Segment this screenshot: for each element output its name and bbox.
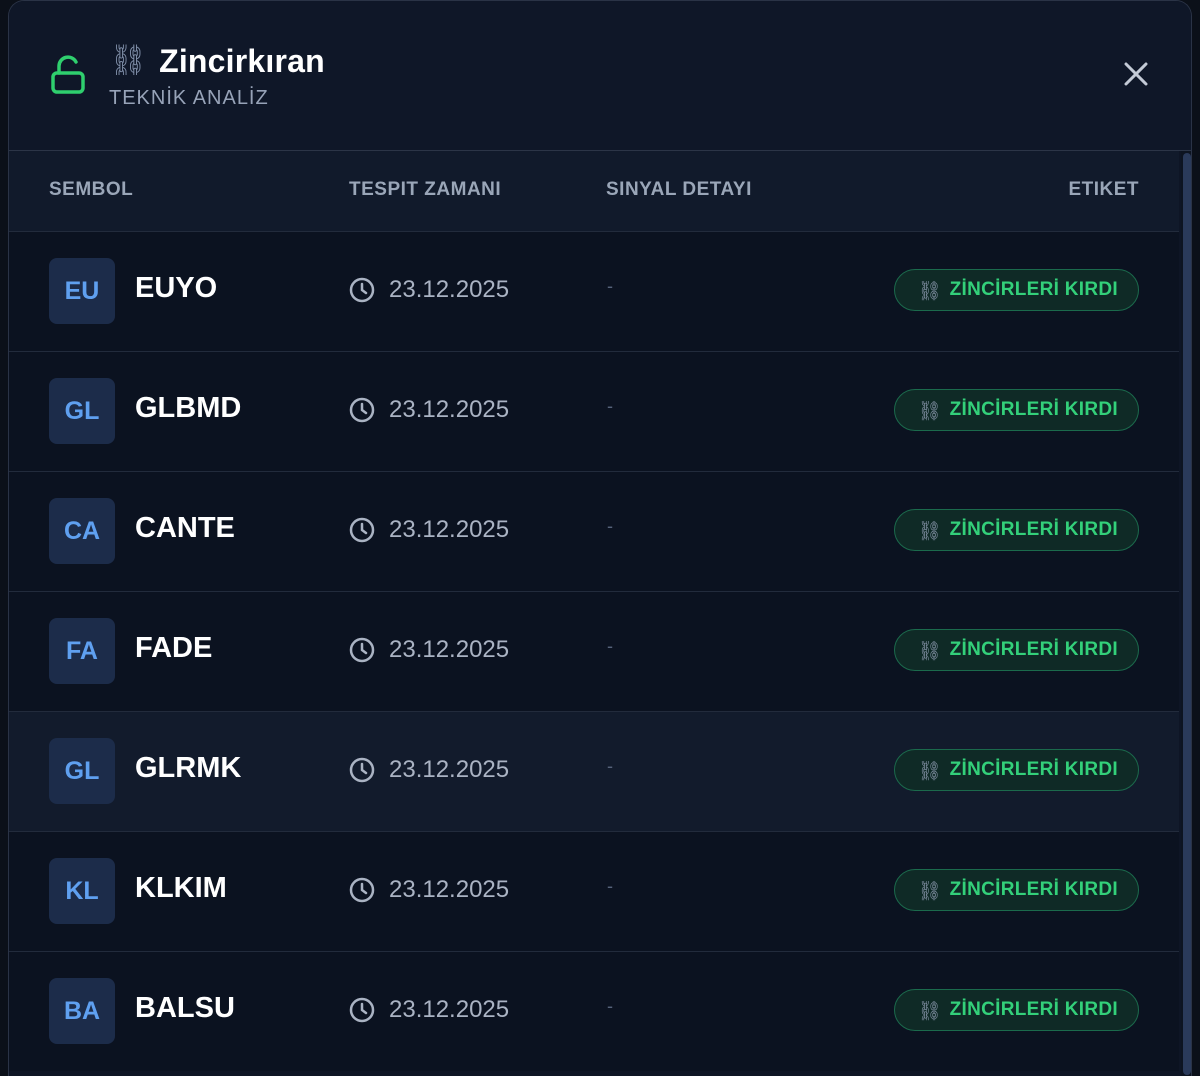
tag-label: ZİNCİRLERİ KIRDI [949, 879, 1118, 900]
signal-table: SEMBOL TESPIT ZAMANI SINYAL DETAYI ETIKE… [9, 151, 1179, 1071]
clock-icon [349, 277, 375, 303]
tag-badge[interactable]: ⛓ ZİNCİRLERİ KIRDI [894, 269, 1139, 311]
clock-icon [349, 757, 375, 783]
table-row[interactable]: GL GLRMK 23.12.2025 - ⛓ ZİNCİRLERİ KIRDI [9, 711, 1179, 831]
detection-time: 23.12.2025 [349, 756, 509, 784]
detection-date: 23.12.2025 [389, 996, 510, 1023]
detection-date: 23.12.2025 [389, 876, 510, 903]
modal-header: ⛓ Zincirkıran TEKNİK ANALİZ [9, 1, 1191, 151]
symbol-avatar: BA [49, 978, 115, 1044]
modal-title: Zincirkıran [159, 42, 325, 79]
detection-time: 23.12.2025 [349, 516, 509, 544]
chain-icon: ⛓ [917, 399, 942, 422]
symbol-avatar: GL [49, 378, 115, 444]
detection-time: 23.12.2025 [349, 636, 509, 664]
signal-detail: - [607, 756, 613, 776]
modal-subtitle: TEKNİK ANALİZ [109, 87, 269, 109]
table-row[interactable]: CA CANTE 23.12.2025 - ⛓ ZİNCİRLERİ KIRDI [9, 471, 1179, 591]
chain-icon: ⛓ [917, 639, 942, 662]
chain-icon: ⛓ [917, 879, 942, 902]
symbol-avatar: KL [49, 858, 115, 924]
clock-icon [349, 637, 375, 663]
tag-label: ZİNCİRLERİ KIRDI [949, 639, 1118, 660]
signal-detail: - [607, 636, 613, 656]
clock-icon [349, 877, 375, 903]
signal-detail: - [607, 516, 613, 536]
symbol-avatar: FA [49, 618, 115, 684]
signal-modal: ⛓ Zincirkıran TEKNİK ANALİZ SEMBOL TESPI… [8, 0, 1192, 1076]
chain-icon: ⛓ [917, 759, 942, 782]
detection-date: 23.12.2025 [389, 516, 510, 543]
tag-label: ZİNCİRLERİ KIRDI [949, 279, 1118, 300]
tag-badge[interactable]: ⛓ ZİNCİRLERİ KIRDI [894, 509, 1139, 551]
chain-icon: ⛓ [917, 999, 942, 1022]
symbol-name: FADE [135, 632, 213, 664]
unlock-icon [51, 55, 85, 94]
scrollbar-thumb[interactable] [1183, 153, 1191, 1075]
symbol-avatar: EU [49, 258, 115, 324]
table-row[interactable]: BA BALSU 23.12.2025 - ⛓ ZİNCİRLERİ KIRDI [9, 951, 1179, 1071]
column-header-time: TESPIT ZAMANI [349, 179, 502, 200]
symbol-name: BALSU [135, 992, 235, 1024]
signal-detail: - [607, 996, 613, 1016]
tag-label: ZİNCİRLERİ KIRDI [949, 519, 1118, 540]
detection-time: 23.12.2025 [349, 996, 509, 1024]
detection-time: 23.12.2025 [349, 396, 509, 424]
table-row[interactable]: FA FADE 23.12.2025 - ⛓ ZİNCİRLERİ KIRDI [9, 591, 1179, 711]
symbol-name: CANTE [135, 512, 235, 544]
column-header-symbol: SEMBOL [49, 179, 134, 200]
title-block: ⛓ Zincirkıran TEKNİK ANALİZ [109, 39, 325, 110]
symbol-avatar: GL [49, 738, 115, 804]
detection-date: 23.12.2025 [389, 396, 510, 423]
table-row[interactable]: KL KLKIM 23.12.2025 - ⛓ ZİNCİRLERİ KIRDI [9, 831, 1179, 951]
table-row[interactable]: GL GLBMD 23.12.2025 - ⛓ ZİNCİRLERİ KIRDI [9, 351, 1179, 471]
table-header: SEMBOL TESPIT ZAMANI SINYAL DETAYI ETIKE… [9, 151, 1179, 231]
detection-time: 23.12.2025 [349, 876, 509, 904]
column-header-tag: ETIKET [1068, 179, 1139, 200]
signal-detail: - [607, 876, 613, 896]
chain-icon: ⛓ [917, 279, 942, 302]
clock-icon [349, 517, 375, 543]
tag-badge[interactable]: ⛓ ZİNCİRLERİ KIRDI [894, 869, 1139, 911]
tag-badge[interactable]: ⛓ ZİNCİRLERİ KIRDI [894, 989, 1139, 1031]
chain-icon: ⛓ [109, 43, 148, 78]
detection-time: 23.12.2025 [349, 276, 509, 304]
table-row[interactable]: EU EUYO 23.12.2025 - ⛓ ZİNCİRLERİ KIRDI [9, 231, 1179, 351]
symbol-name: KLKIM [135, 872, 227, 904]
column-header-detail: SINYAL DETAYI [606, 179, 752, 200]
close-icon[interactable] [1121, 59, 1151, 89]
tag-badge[interactable]: ⛓ ZİNCİRLERİ KIRDI [894, 629, 1139, 671]
symbol-name: GLBMD [135, 392, 242, 424]
detection-date: 23.12.2025 [389, 756, 510, 783]
chain-icon: ⛓ [917, 519, 942, 542]
tag-label: ZİNCİRLERİ KIRDI [949, 759, 1118, 780]
symbol-name: GLRMK [135, 752, 242, 784]
clock-icon [349, 397, 375, 423]
detection-date: 23.12.2025 [389, 636, 510, 663]
tag-badge[interactable]: ⛓ ZİNCİRLERİ KIRDI [894, 389, 1139, 431]
signal-detail: - [607, 276, 613, 296]
tag-badge[interactable]: ⛓ ZİNCİRLERİ KIRDI [894, 749, 1139, 791]
clock-icon [349, 997, 375, 1023]
tag-label: ZİNCİRLERİ KIRDI [949, 999, 1118, 1020]
symbol-avatar: CA [49, 498, 115, 564]
signal-detail: - [607, 396, 613, 416]
scrollbar[interactable] [1181, 151, 1191, 1076]
detection-date: 23.12.2025 [389, 276, 510, 303]
tag-label: ZİNCİRLERİ KIRDI [949, 399, 1118, 420]
symbol-name: EUYO [135, 272, 218, 304]
